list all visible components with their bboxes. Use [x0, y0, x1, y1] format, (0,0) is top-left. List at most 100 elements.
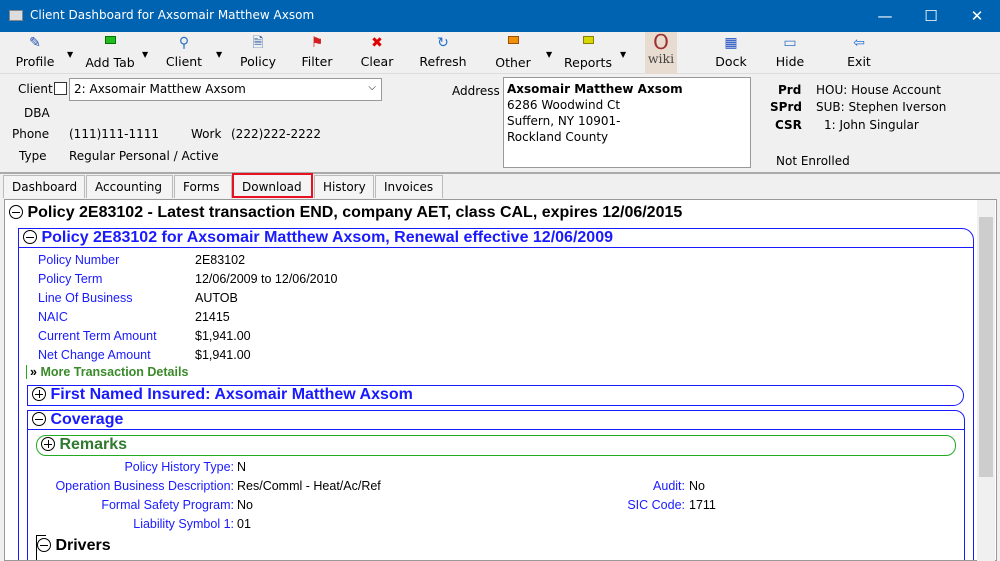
exit-button[interactable]: ⇦ Exit — [844, 32, 874, 74]
field-label: Operation Business Description: — [55, 479, 234, 493]
address-name: Axsomair Matthew Axsom — [507, 82, 683, 96]
first-named-insured-header[interactable]: First Named Insured: Axsomair Matthew Ax… — [32, 386, 413, 404]
client-checkbox[interactable] — [54, 82, 67, 95]
drivers-header[interactable]: Drivers — [37, 537, 111, 555]
address-city: Suffern, NY 10901- — [507, 114, 621, 128]
tab-accounting[interactable]: Accounting — [86, 175, 173, 198]
field-label: Line Of Business — [38, 291, 133, 305]
phone-value: (111)111-1111 — [69, 127, 160, 141]
title-bar: Client Dashboard for Axsomair Matthew Ax… — [0, 0, 1000, 32]
maximize-button[interactable]: ☐ — [908, 0, 954, 32]
add-tab-button[interactable]: Add Tab — [82, 32, 138, 74]
field-label: Policy Number — [38, 253, 120, 267]
scrollbar-thumb[interactable] — [979, 217, 993, 477]
dock-button[interactable]: ▦ Dock — [712, 32, 750, 74]
tab-forms[interactable]: Forms — [174, 175, 232, 198]
field-value: $1,941.00 — [195, 348, 251, 362]
field-label: Current Term Amount — [38, 329, 157, 343]
coverage-values-right: No 1711 — [689, 477, 716, 515]
address-label: Address — [452, 84, 500, 98]
field-label: SIC Code: — [627, 498, 685, 512]
remarks-section[interactable] — [36, 435, 956, 456]
field-value: N — [237, 460, 247, 474]
other-button[interactable]: Other — [492, 32, 534, 74]
coverage-values-left: N Res/Comml - Heat/Ac/Ref No 01 — [237, 458, 381, 534]
coverage-labels-right: Audit: SIC Code: — [565, 477, 685, 515]
csr-value: 1: John Singular — [824, 118, 919, 132]
client-button[interactable]: ⚲ Client — [162, 32, 206, 74]
field-label: Policy History Type: — [124, 460, 234, 474]
policy-field-values: 2E83102 12/06/2009 to 12/06/2010 AUTOB 2… — [195, 251, 338, 365]
other-dropdown[interactable]: ▼ — [546, 50, 552, 59]
work-label: Work — [191, 127, 222, 141]
field-label: NAIC — [38, 310, 68, 324]
more-transaction-details[interactable]: » More Transaction Details — [26, 365, 188, 379]
tab-dashboard[interactable]: Dashboard — [3, 175, 85, 198]
tab-history[interactable]: History — [314, 175, 374, 198]
collapse-icon[interactable] — [9, 205, 23, 219]
field-value: 01 — [237, 517, 251, 531]
hide-button[interactable]: ▭ Hide — [772, 32, 808, 74]
exit-icon: ⇦ — [853, 35, 865, 51]
field-value: Res/Comml - Heat/Ac/Ref — [237, 479, 381, 493]
field-value: 1711 — [689, 498, 716, 512]
type-label: Type — [19, 149, 47, 163]
field-value: No — [237, 498, 253, 512]
magnifier-icon: ⚲ — [178, 35, 190, 51]
refresh-icon: ↻ — [437, 35, 449, 51]
expand-icon[interactable] — [41, 437, 55, 451]
prd-label: Prd — [778, 83, 802, 97]
field-label: Net Change Amount — [38, 348, 151, 362]
hide-icon: ▭ — [783, 35, 797, 51]
reports-button[interactable]: Reports — [562, 32, 614, 74]
field-value: 12/06/2009 to 12/06/2010 — [195, 272, 338, 286]
field-label: Policy Term — [38, 272, 103, 286]
sprd-label: SPrd — [770, 100, 802, 114]
csr-label: CSR — [775, 118, 802, 132]
refresh-button[interactable]: ↻ Refresh — [418, 32, 468, 74]
tab-download[interactable]: Download — [232, 173, 313, 198]
dba-label: DBA — [24, 106, 50, 120]
remarks-header[interactable]: Remarks — [41, 436, 127, 454]
field-label: Liability Symbol 1: — [133, 517, 234, 531]
app-icon — [9, 10, 23, 21]
profile-button[interactable]: ✎ Profile — [10, 32, 60, 74]
work-value: (222)222-2222 — [231, 127, 322, 141]
double-chevron-icon: » — [30, 365, 37, 379]
prd-value: HOU: House Account — [816, 83, 941, 97]
profile-dropdown[interactable]: ▼ — [67, 50, 73, 59]
tab-invoices[interactable]: Invoices — [375, 175, 443, 198]
policy-detail-pane: Policy 2E83102 - Latest transaction END,… — [4, 199, 997, 561]
client-label: Client — [18, 82, 53, 96]
field-value: 21415 — [195, 310, 230, 324]
policy-header[interactable]: Policy 2E83102 - Latest transaction END,… — [9, 204, 682, 222]
collapse-icon[interactable] — [23, 230, 37, 244]
filter-button[interactable]: ⚑ Filter — [296, 32, 338, 74]
clear-button[interactable]: ✖ Clear — [356, 32, 398, 74]
policy-button[interactable]: 🗎 Policy — [236, 32, 280, 74]
client-select[interactable]: 2: Axsomair Matthew Axsom ⌵ — [69, 78, 382, 101]
red-x-icon: ✖ — [371, 35, 383, 51]
dock-icon: ▦ — [724, 35, 738, 51]
field-value: AUTOB — [195, 291, 238, 305]
field-value: 2E83102 — [195, 253, 246, 267]
client-dropdown[interactable]: ▼ — [216, 50, 222, 59]
minimize-button[interactable]: — — [862, 0, 908, 32]
field-label: Audit: — [653, 479, 685, 493]
orange-tab-icon — [505, 36, 521, 52]
expand-icon[interactable] — [32, 387, 46, 401]
field-value: No — [689, 479, 705, 493]
collapse-icon[interactable] — [32, 412, 46, 426]
close-button[interactable]: ✕ — [954, 0, 1000, 32]
coverage-labels-left: Policy History Type: Operation Business … — [25, 458, 234, 534]
add-tab-dropdown[interactable]: ▼ — [142, 50, 148, 59]
coverage-header[interactable]: Coverage — [32, 411, 123, 429]
type-value: Regular Personal / Active — [69, 149, 219, 163]
toolbar: ✎ Profile ▼ Add Tab ▼ ⚲ Client ▼ 🗎 Policy ⚑… — [0, 32, 1000, 74]
reports-dropdown[interactable]: ▼ — [620, 50, 626, 59]
collapse-icon[interactable] — [37, 538, 51, 552]
sprd-value: SUB: Stephen Iverson — [816, 100, 947, 114]
renewal-header[interactable]: Policy 2E83102 for Axsomair Matthew Axso… — [23, 229, 613, 247]
yellow-tab-icon — [580, 36, 596, 52]
wiki-button[interactable]: Owiki — [645, 32, 677, 74]
